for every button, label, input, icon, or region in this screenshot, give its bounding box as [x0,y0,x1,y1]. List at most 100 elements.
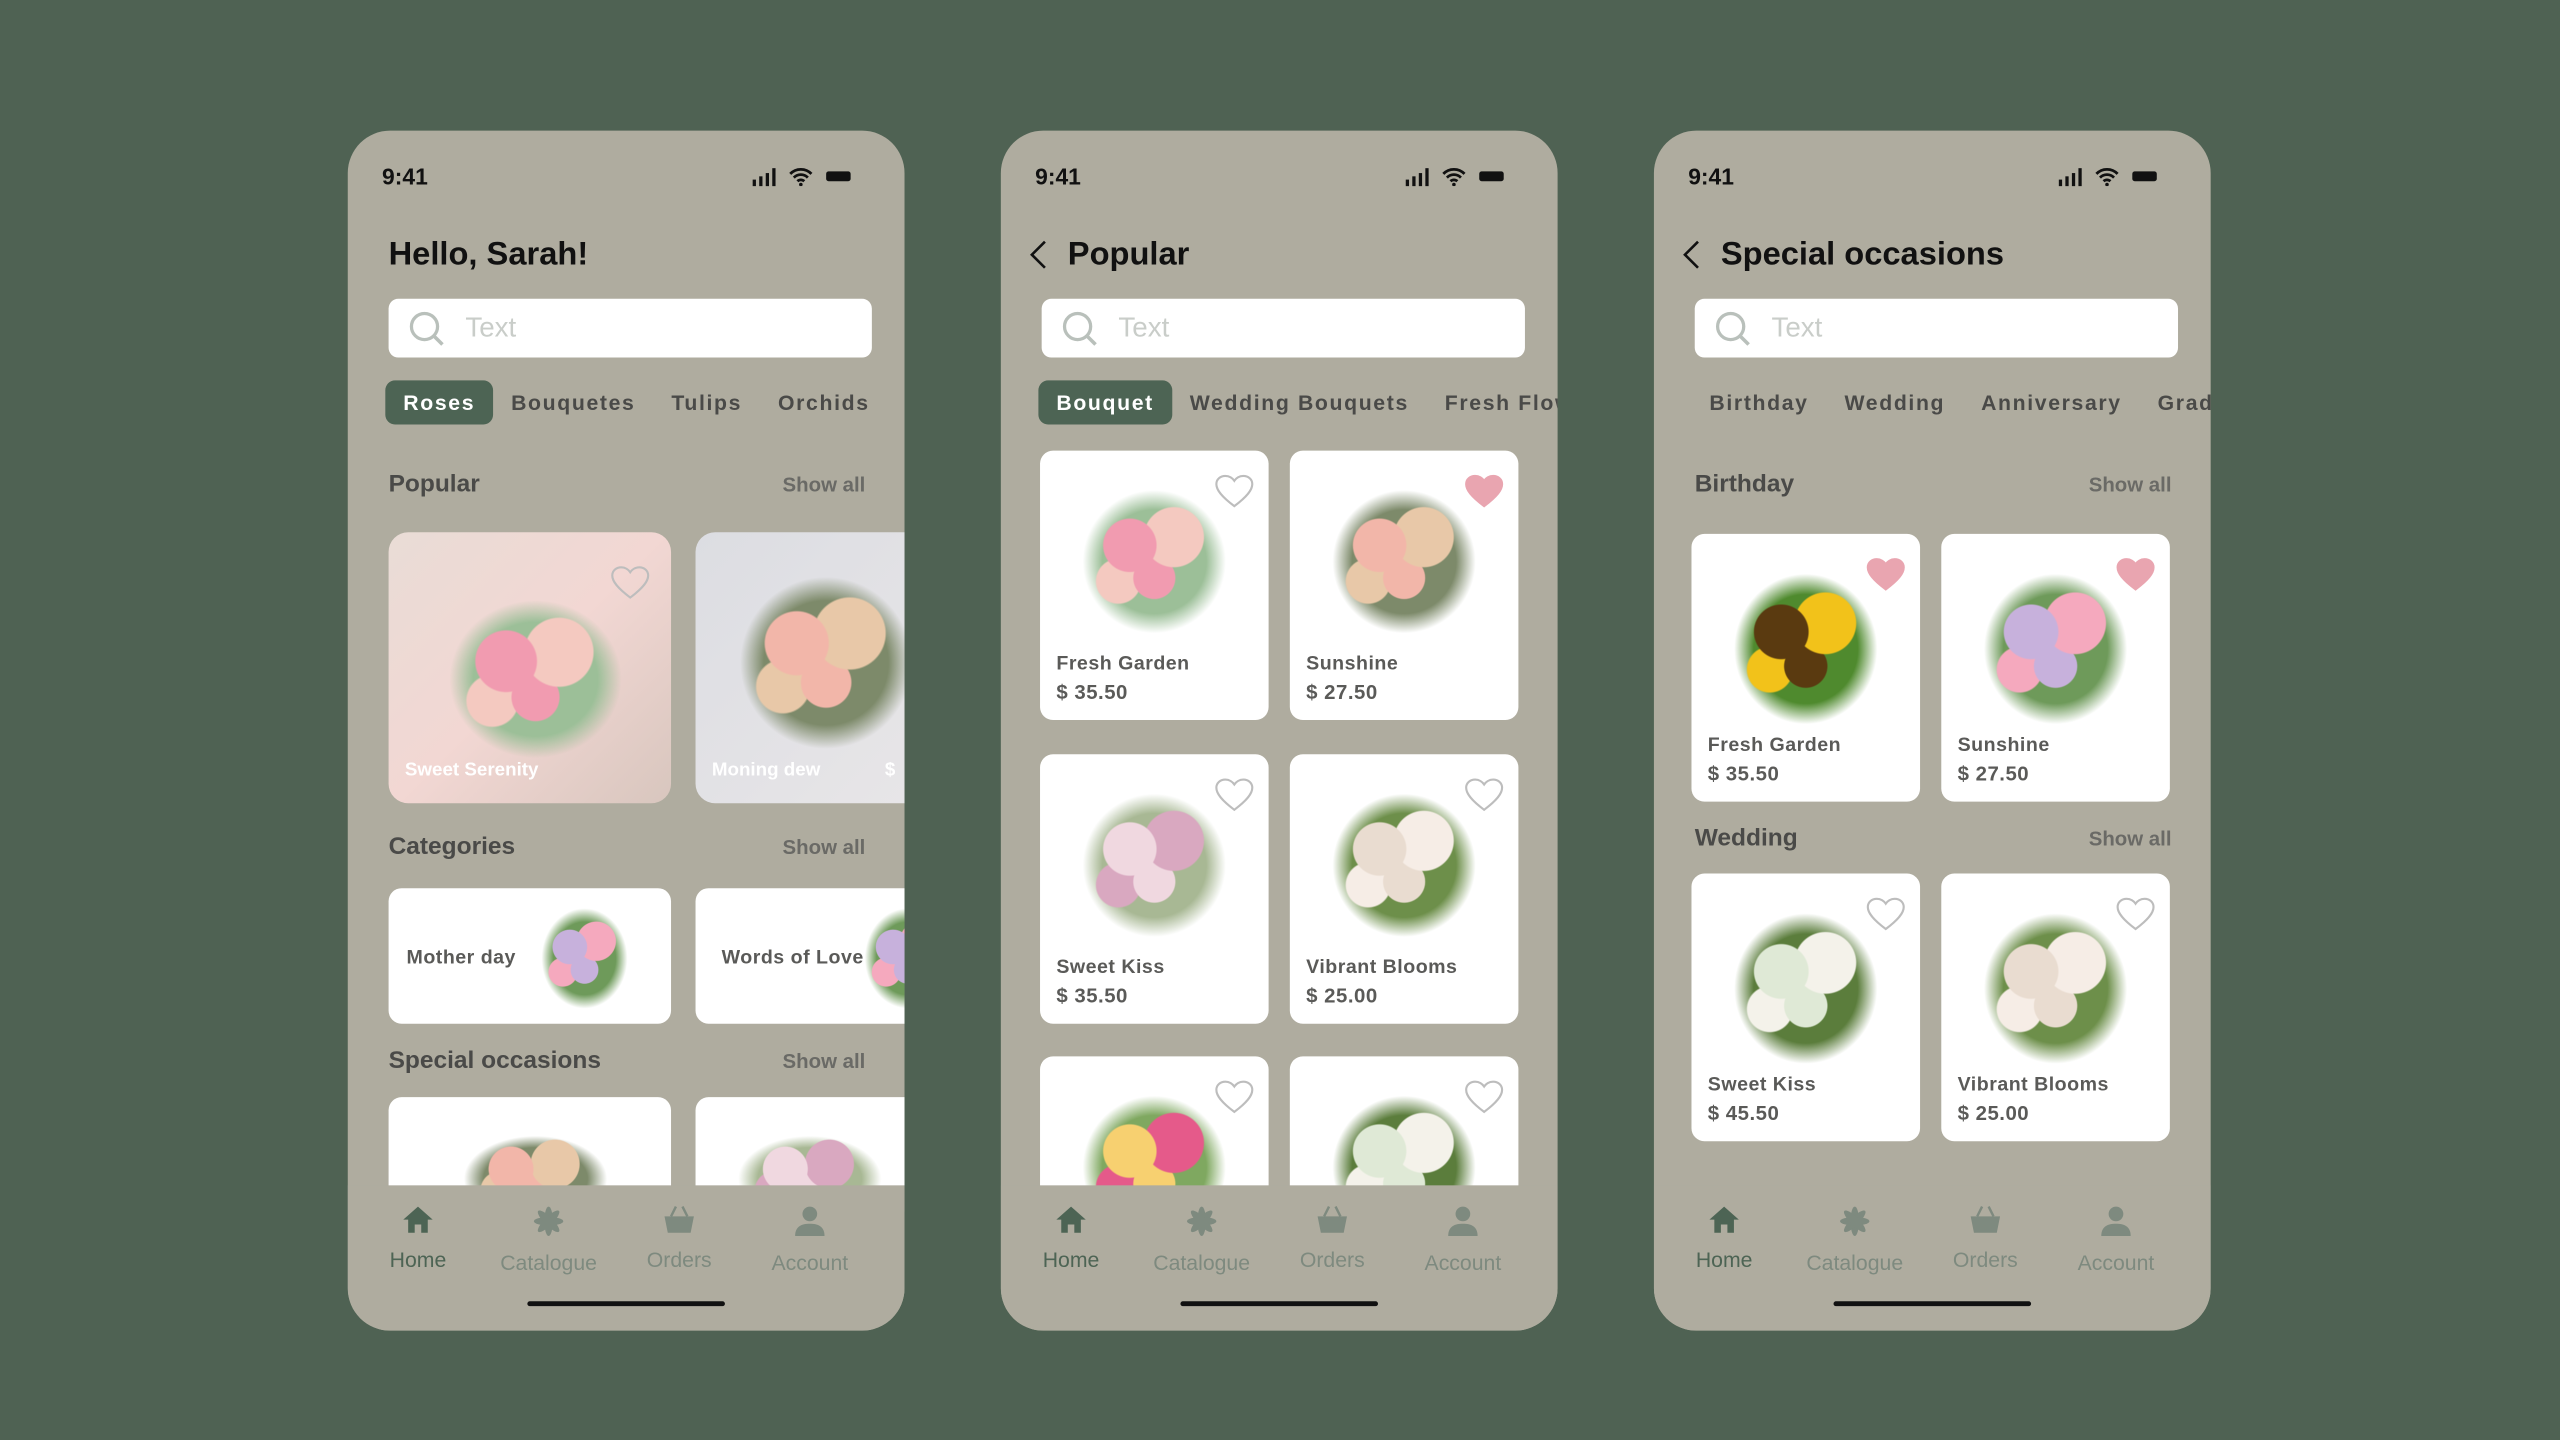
product-price: $ 35.50 [1056,680,1128,704]
favorite-heart-icon[interactable] [1465,1079,1504,1115]
bouquet-image [1322,480,1486,644]
chip-fresh-flow[interactable]: Fresh Flow [1427,380,1558,424]
product-price: $ 27.50 [1306,680,1378,704]
nav-label: Account [1424,1250,1502,1276]
status-time: 9:41 [382,163,428,190]
section-title: Popular [388,470,480,498]
favorite-heart-icon[interactable] [1215,776,1254,812]
flower-icon [1789,1205,1920,1238]
favorite-heart-icon[interactable] [1215,1079,1254,1115]
section-header: Popular Show all [389,470,866,498]
status-icons [2058,167,2157,187]
search-bar[interactable]: Text [388,298,872,358]
search-input[interactable] [463,308,840,348]
nav-account[interactable]: Account [1398,1205,1529,1275]
category-name: Mother day [406,945,516,969]
bouquet-image [1973,563,2138,735]
nav-home[interactable]: Home [353,1205,484,1272]
nav-orders[interactable]: Orders [614,1205,745,1272]
nav-label: Home [389,1247,447,1272]
product-name: Sweet Serenity [404,760,539,781]
bouquet-image [1072,480,1236,644]
search-bar[interactable]: Text [1694,298,2179,358]
flower-icon [483,1205,614,1238]
category-card[interactable]: Words of Love [695,888,905,1024]
home-icon [1006,1205,1137,1234]
show-all-link[interactable]: Show all [783,473,866,496]
chip-roses[interactable]: Roses [385,380,494,425]
favorite-heart-icon[interactable] [1866,896,1905,932]
home-indicator [527,1301,725,1307]
nav-account[interactable]: Account [745,1205,876,1275]
product-card[interactable]: Sweet Kiss $ 45.50 [1691,873,1921,1142]
nav-home[interactable]: Home [1659,1205,1790,1272]
favorite-heart-icon[interactable] [1866,557,1905,593]
product-card[interactable]: Sunshine $ 27.50 [1941,533,2170,802]
product-name: Vibrant Blooms [1306,954,1458,978]
status-icons [1404,167,1504,187]
nav-catalogue[interactable]: Catalogue [483,1205,614,1275]
chip-gradua[interactable]: Gradua [2140,380,2211,424]
nav-account[interactable]: Account [2051,1205,2182,1275]
chip-wedding[interactable]: Wedding [1827,380,1964,424]
section-header: Wedding Show all [1695,825,2172,853]
nav-orders[interactable]: Orders [1920,1205,2051,1272]
chip-dasy[interactable]: Dasy [888,380,905,424]
product-card[interactable]: Vibrant Blooms $ 25.00 [1289,753,1519,1023]
bottom-nav: Home Catalogue Orders Account [1000,1185,1558,1331]
nav-label: Catalogue [1153,1250,1251,1276]
show-all-link[interactable]: Show all [2089,473,2172,496]
back-chevron-icon[interactable] [1682,240,1702,269]
bottom-nav: Home Catalogue Orders Account [1653,1185,2211,1331]
favorite-heart-icon[interactable] [1465,776,1504,812]
favorite-heart-icon[interactable] [1465,473,1504,509]
chip-tulips[interactable]: Tulips [653,380,760,424]
product-card[interactable]: Sunshine $ 27.50 [1289,450,1519,721]
product-name: Sunshine [1957,733,2050,756]
chip-anniversary[interactable]: Anniversary [1963,380,2140,424]
popular-card[interactable]: Sweet Serenity [388,532,672,804]
product-card[interactable]: Sweet Kiss $ 35.50 [1040,753,1269,1023]
nav-catalogue[interactable]: Catalogue [1136,1205,1267,1275]
cellular-signal-icon [1404,167,1429,186]
chip-wedding-bouquets[interactable]: Wedding Bouquets [1172,380,1427,424]
home-icon [1659,1205,1790,1234]
search-bar[interactable]: Text [1041,298,1525,358]
favorite-heart-icon[interactable] [2116,557,2155,593]
section-header: Categories Show all [389,833,866,861]
product-name: Sunshine [1306,651,1399,675]
show-all-link[interactable]: Show all [783,1049,866,1072]
favorite-heart-icon[interactable] [2116,896,2155,932]
section-title: Wedding [1694,824,1798,853]
nav-label: Orders [1952,1247,2018,1272]
product-name: Moning dew [711,760,821,781]
search-input[interactable] [1116,308,1493,348]
chip-orchids[interactable]: Orchids [760,380,888,424]
popular-card[interactable]: Moning dew $ [695,532,905,804]
show-all-link[interactable]: Show all [783,835,866,858]
chip-bouquet[interactable]: Bouquet [1038,380,1172,425]
category-card[interactable]: Mother day [388,888,672,1024]
product-card[interactable]: Fresh Garden $ 35.50 [1040,450,1269,721]
nav-orders[interactable]: Orders [1267,1205,1398,1272]
product-name: Vibrant Blooms [1957,1072,2109,1096]
back-chevron-icon[interactable] [1029,240,1049,269]
basket-icon [1920,1205,2051,1234]
search-input[interactable] [1769,308,2146,348]
show-all-link[interactable]: Show all [2089,827,2172,850]
product-price: $ 25.00 [1306,983,1378,1007]
chip-birthday[interactable]: Birthday [1691,380,1826,424]
favorite-heart-icon[interactable] [1215,473,1254,509]
favorite-heart-icon[interactable] [611,565,650,601]
product-name: Fresh Garden [1056,651,1190,675]
wifi-icon [2095,167,2119,187]
chip-bouquetes[interactable]: Bouquetes [493,380,653,424]
bouquet-image [1072,782,1236,947]
bouquet-image [728,564,905,761]
product-card[interactable]: Vibrant Blooms $ 25.00 [1941,873,2170,1142]
nav-home[interactable]: Home [1006,1205,1137,1272]
product-card[interactable]: Fresh Garden $ 35.50 [1691,533,1921,802]
home-indicator [1833,1301,2032,1307]
nav-catalogue[interactable]: Catalogue [1789,1205,1920,1275]
section-header: Special occasions Show all [389,1047,866,1075]
